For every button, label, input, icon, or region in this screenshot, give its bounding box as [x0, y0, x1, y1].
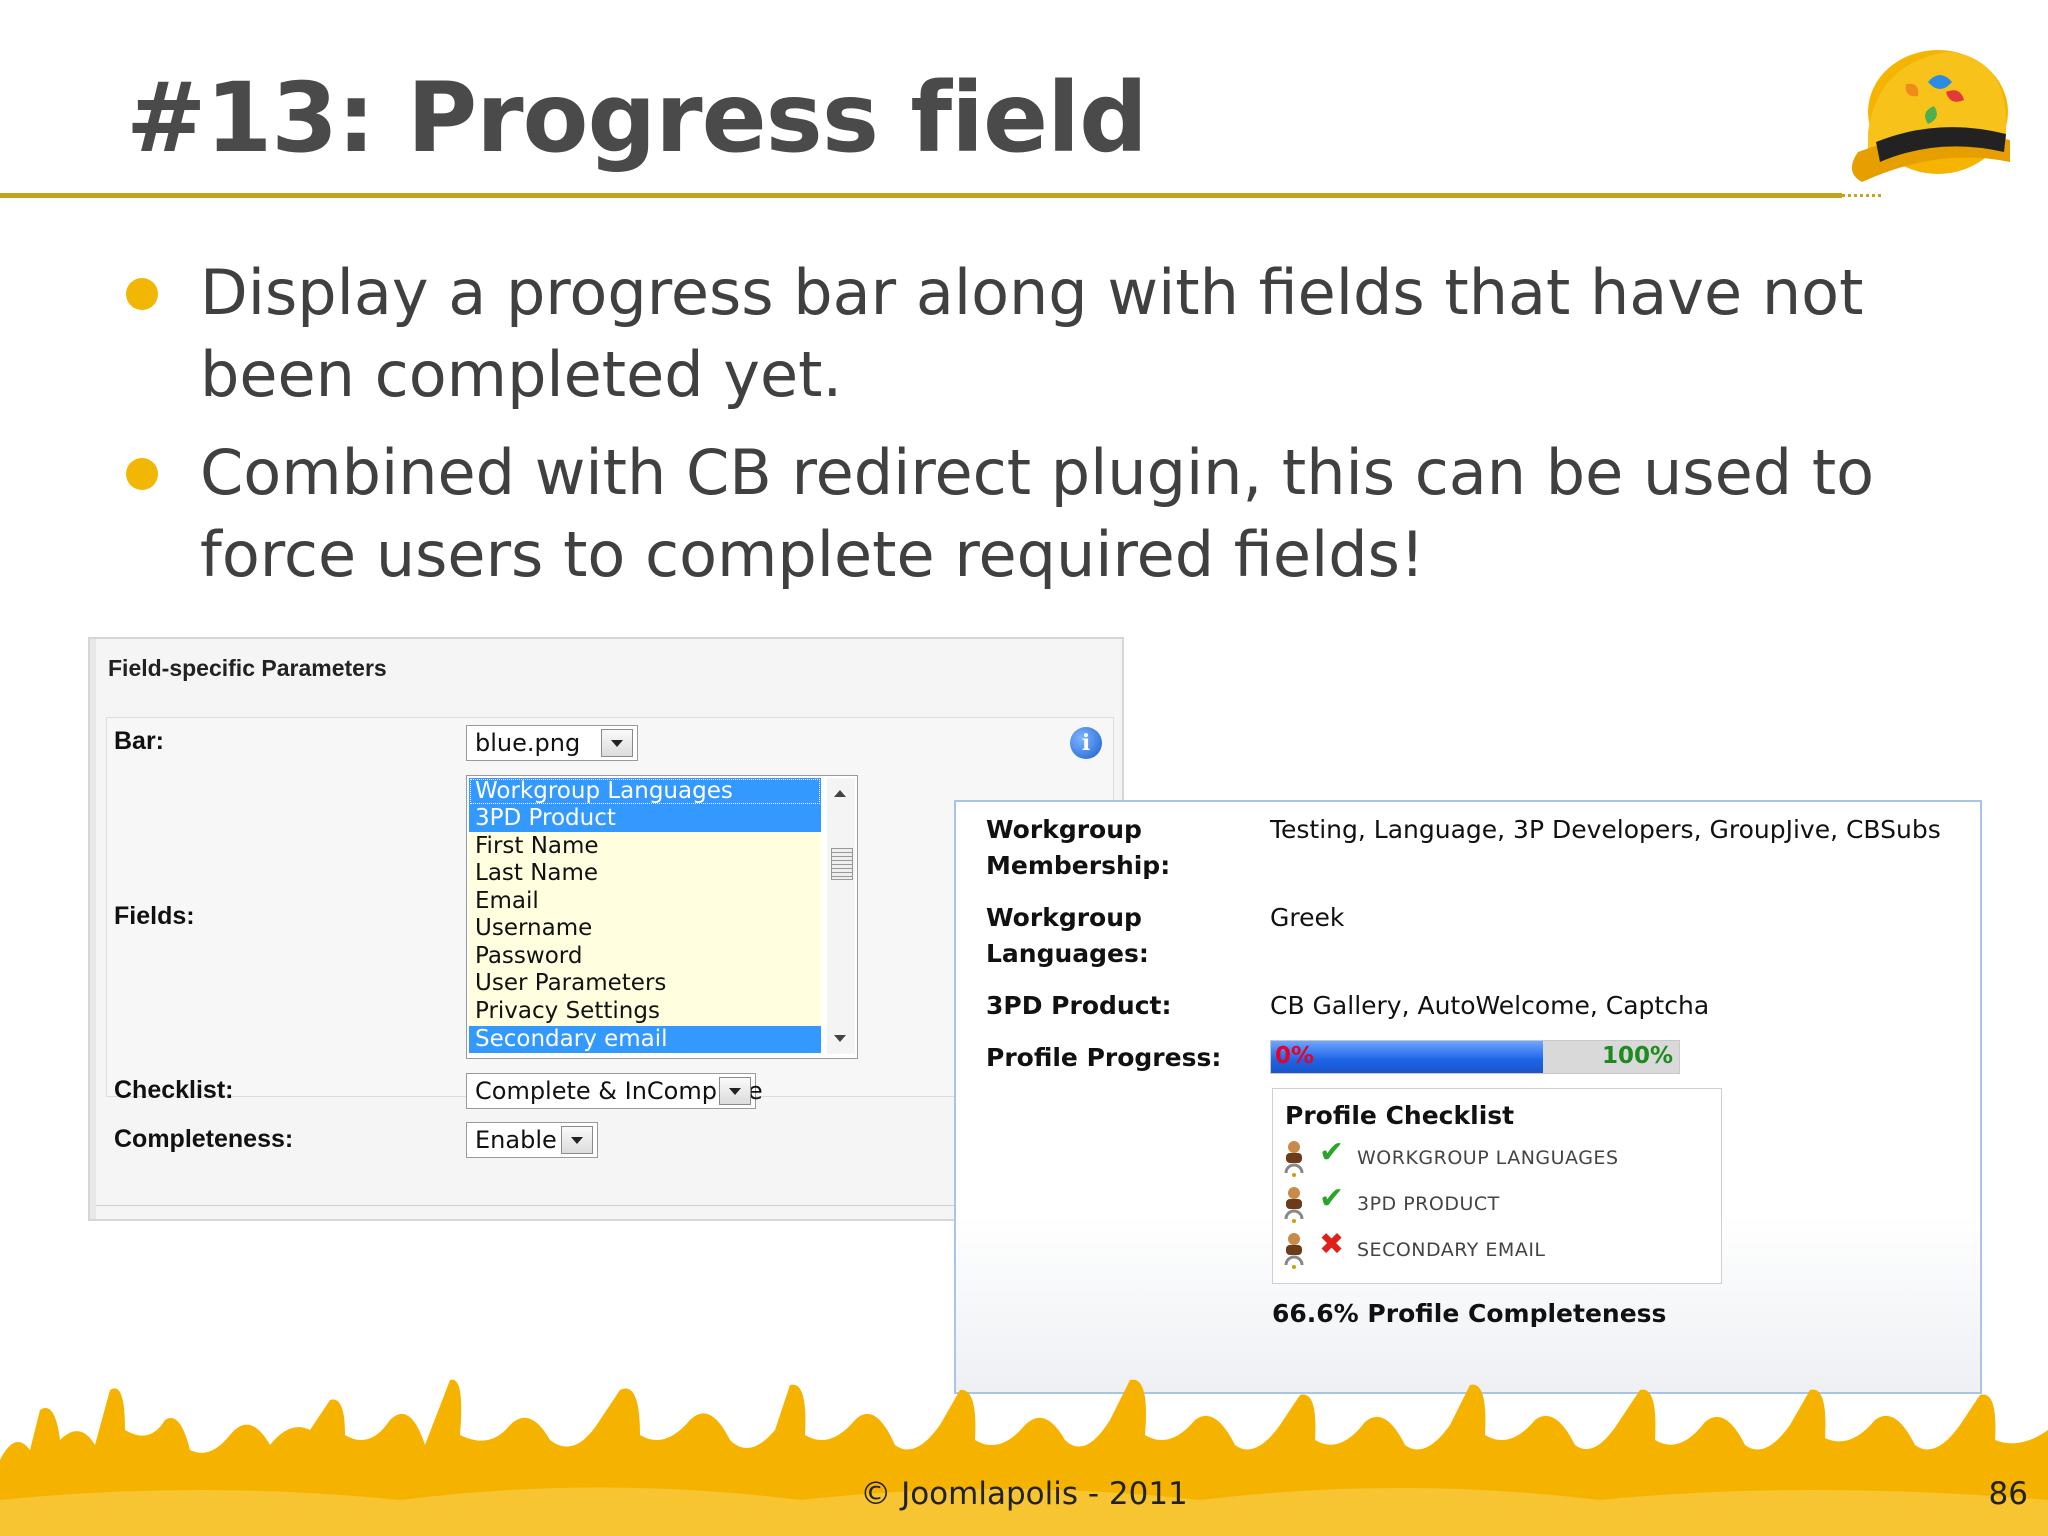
user-icon	[1284, 1187, 1304, 1223]
completeness-summary: 66.6% Profile Completeness	[1272, 1299, 1667, 1328]
progress-label: Profile Progress:	[986, 1043, 1222, 1072]
checklist-item: ✖ SECONDARY EMAIL	[1283, 1229, 1703, 1273]
bullet-text: Display a progress bar along with fields…	[200, 256, 1864, 411]
profile-row-label: 3PD Product:	[986, 991, 1172, 1020]
profile-progress-bar: 0% 100%	[1270, 1040, 1680, 1074]
profile-row-value: Testing, Language, 3P Developers, GroupJ…	[1270, 815, 1941, 844]
progress-max-label: 100%	[1601, 1043, 1673, 1069]
fields-option[interactable]: Username	[469, 915, 821, 942]
title-divider	[0, 193, 1842, 198]
checklist-item-label: 3PD PRODUCT	[1357, 1193, 1500, 1215]
completeness-select[interactable]: Enable	[466, 1122, 598, 1158]
slide-title: #13: Progress field	[126, 62, 1148, 174]
bar-select-value: blue.png	[475, 729, 581, 757]
listbox-scrollbar[interactable]	[827, 778, 855, 1054]
fields-option[interactable]: 3PD Product	[469, 805, 821, 832]
profile-row-label: Workgroup Membership:	[986, 815, 1171, 880]
scroll-thumb[interactable]	[831, 848, 853, 880]
fields-option[interactable]: Email	[469, 888, 821, 915]
completeness-select-value: Enable	[475, 1126, 557, 1154]
fields-label: Fields:	[114, 902, 195, 930]
user-icon	[1284, 1141, 1304, 1177]
fields-option[interactable]: Password	[469, 943, 821, 970]
fields-multiselect[interactable]: Workgroup Languages 3PD Product First Na…	[466, 775, 858, 1059]
checklist-item: ✔ 3PD PRODUCT	[1283, 1183, 1703, 1227]
profile-row-value: CB Gallery, AutoWelcome, Captcha	[1270, 991, 1710, 1020]
chevron-down-icon[interactable]	[561, 1126, 593, 1154]
bullet-dot	[126, 458, 158, 490]
checklist-title: Profile Checklist	[1285, 1101, 1515, 1130]
profile-row-value: Greek	[1270, 903, 1345, 932]
panel-heading: Field-specific Parameters	[108, 655, 387, 681]
fields-option-list: Workgroup Languages 3PD Product First Na…	[469, 778, 821, 1054]
scroll-down-icon[interactable]	[834, 1035, 846, 1042]
profile-row-label: Workgroup Languages:	[986, 903, 1149, 968]
cross-icon: ✖	[1319, 1227, 1345, 1262]
checklist-label: Checklist:	[114, 1076, 234, 1104]
fields-option[interactable]: Workgroup Languages	[469, 778, 821, 805]
bar-select[interactable]: blue.png	[466, 725, 638, 761]
chevron-down-icon[interactable]	[719, 1077, 751, 1105]
checklist-item: ✔ WORKGROUP LANGUAGES	[1283, 1137, 1703, 1181]
completeness-label: Completeness:	[114, 1125, 294, 1153]
check-icon: ✔	[1319, 1181, 1345, 1216]
fields-option[interactable]: Last Name	[469, 860, 821, 887]
scroll-up-icon[interactable]	[834, 790, 846, 797]
hardhat-logo-icon	[1851, 50, 2010, 182]
bar-label: Bar:	[114, 727, 165, 755]
profile-checklist: Profile Checklist ✔ WORKGROUP LANGUAGES …	[1272, 1088, 1722, 1284]
panel-edge	[90, 639, 96, 1219]
bullet-dot	[126, 278, 158, 310]
bullet-text: Combined with CB redirect plugin, this c…	[200, 436, 1875, 591]
footer-copyright: © Joomlapolis - 2011	[860, 1476, 1188, 1512]
chevron-down-icon[interactable]	[601, 729, 633, 757]
progress-min-label: 0%	[1275, 1043, 1315, 1069]
fields-option[interactable]: First Name	[469, 833, 821, 860]
checklist-item-label: WORKGROUP LANGUAGES	[1357, 1147, 1619, 1169]
fields-option[interactable]: Privacy Settings	[469, 998, 821, 1025]
check-icon: ✔	[1319, 1135, 1345, 1170]
page-number: 86	[1988, 1476, 2028, 1512]
info-icon[interactable]: i	[1070, 727, 1102, 759]
checklist-item-label: SECONDARY EMAIL	[1357, 1239, 1546, 1261]
fields-option[interactable]: User Parameters	[469, 970, 821, 997]
fields-option[interactable]: Secondary email	[469, 1026, 821, 1053]
user-icon	[1284, 1233, 1304, 1269]
checklist-select[interactable]: Complete & InComplete	[466, 1073, 763, 1109]
